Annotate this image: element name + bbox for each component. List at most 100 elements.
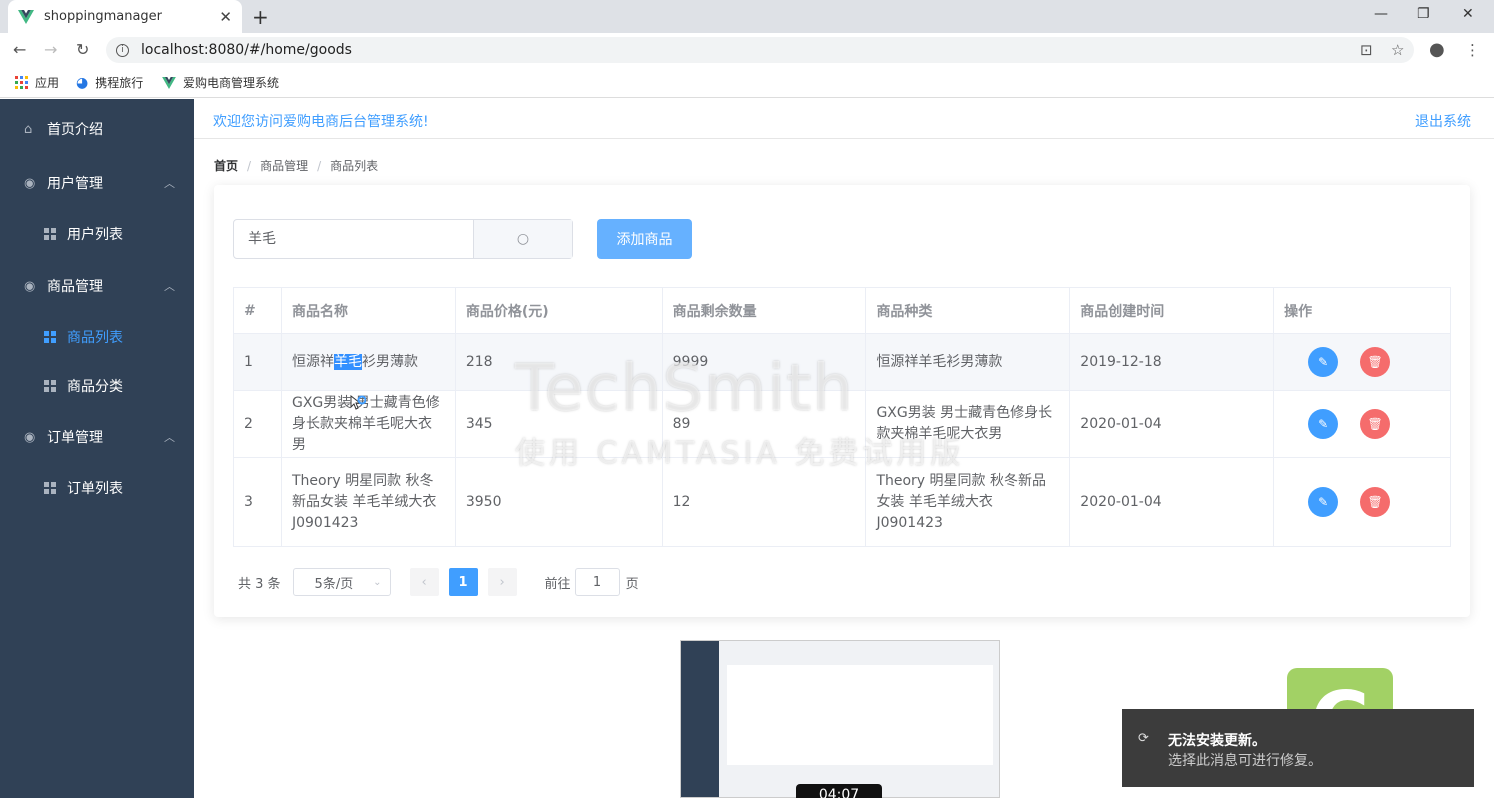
chevron-right-icon: › [499, 574, 505, 590]
delete-button[interactable]: 🗑 [1360, 487, 1391, 517]
home-icon: ⌂ [24, 121, 33, 137]
update-failed-toast[interactable]: ⟳ 无法安装更新。 选择此消息可进行修复。 [1122, 709, 1474, 787]
back-icon[interactable]: ← [13, 40, 26, 59]
sidebar-item-home[interactable]: ⌂ 首页介绍 [0, 104, 194, 154]
search-icon: ○ [516, 231, 530, 247]
menu-grid-icon [44, 380, 56, 392]
new-tab-icon[interactable]: + [252, 5, 269, 29]
reload-icon[interactable]: ↻ [76, 40, 89, 59]
location-icon: ◉ [24, 175, 36, 191]
sidebar-item-user-list[interactable]: 用户列表 [0, 209, 194, 259]
restore-icon[interactable]: ❐ [1417, 6, 1430, 22]
table-row: 3 Theory 明星同款 秋冬新品女装 羊毛羊绒大衣 J0901423 395… [233, 457, 1451, 547]
sidebar-item-user-management[interactable]: ◉ 用户管理 ︿ [0, 158, 194, 208]
bookmark-star-icon[interactable]: ☆ [1391, 41, 1404, 59]
search-box: 羊毛 ○ [233, 219, 573, 259]
translate-icon[interactable]: ⊡ [1360, 41, 1373, 59]
column-header: 商品剩余数量 [661, 287, 867, 334]
sidebar-item-label: 商品管理 [47, 279, 103, 295]
refresh-icon: ⟳ [1138, 731, 1149, 746]
ctrip-icon: ◕ [76, 74, 89, 91]
column-header: 商品名称 [280, 287, 456, 334]
browser-tabbar: shoppingmanager ✕ + — ❐ ✕ [0, 0, 1494, 33]
location-icon: ◉ [24, 429, 36, 445]
thumbnail-content [727, 665, 993, 765]
page-size-select[interactable]: 5条/页 ⌄ [292, 568, 391, 596]
sidebar-item-goods-category[interactable]: 商品分类 [0, 361, 194, 411]
delete-button[interactable]: 🗑 [1360, 347, 1391, 377]
vue-logo-icon [162, 76, 176, 89]
column-header: 商品价格(元) [454, 287, 663, 334]
cell-price: 218 [454, 333, 663, 391]
menu-grid-icon [44, 228, 56, 240]
minimize-icon[interactable]: — [1374, 6, 1388, 22]
name-text: 衫男薄款 [361, 353, 418, 370]
breadcrumb-separator: / [317, 159, 322, 173]
top-header: 欢迎您访问爱购电商后台管理系统! 退出系统 [194, 99, 1494, 139]
sidebar-item-goods-list[interactable]: 商品列表 [0, 312, 194, 362]
page-size-value: 5条/页 [314, 576, 354, 592]
column-header: 商品创建时间 [1069, 287, 1275, 334]
profile-icon[interactable]: ● [1429, 39, 1445, 60]
info-icon[interactable]: i [116, 43, 129, 57]
sidebar-item-label: 首页介绍 [47, 122, 103, 138]
sidebar-item-goods-management[interactable]: ◉ 商品管理 ︿ [0, 261, 194, 311]
name-text: 恒源祥 [291, 353, 334, 370]
forward-icon[interactable]: → [44, 40, 57, 59]
goods-card: 羊毛 ○ 添加商品 # 商品名称 商品价格(元) 商品剩余数量 商品种类 商品创… [214, 185, 1470, 617]
cell-category: Theory 明星同款 秋冬新品女装 羊毛羊绒大衣 J0901423 [865, 457, 1071, 547]
toast-title: 无法安装更新。 [1168, 733, 1266, 749]
cell-category: GXG男装 男士藏青色修身长款夹棉羊毛呢大衣男 [865, 390, 1071, 458]
menu-grid-icon [44, 482, 56, 494]
prev-page-button[interactable]: ‹ [409, 568, 439, 596]
sidebar-item-order-list[interactable]: 订单列表 [0, 463, 194, 513]
url-field[interactable]: i localhost:8080/#/home/goods [106, 37, 1414, 63]
sidebar: ⌂ 首页介绍 ◉ 用户管理 ︿ 用户列表 ◉ 商品管理 ︿ 商品列表 商品分类 … [0, 99, 194, 798]
thumbnail-time: 04:07 [796, 784, 882, 798]
goods-table: # 商品名称 商品价格(元) 商品剩余数量 商品种类 商品创建时间 操作 1 恒… [233, 287, 1451, 547]
add-goods-button[interactable]: 添加商品 [597, 219, 692, 259]
cell-stock: 89 [661, 390, 867, 458]
tab-close-icon[interactable]: ✕ [219, 8, 232, 26]
apps-icon [15, 76, 28, 89]
cell-index: 2 [233, 390, 282, 458]
edit-button[interactable]: ✎ [1308, 347, 1339, 377]
page-number-button[interactable]: 1 [448, 568, 478, 596]
bookmark-label: 携程旅行 [95, 76, 144, 90]
page-suffix: 页 [625, 576, 639, 592]
location-icon: ◉ [24, 278, 36, 294]
search-button[interactable]: ○ [473, 220, 572, 258]
tab-title: shoppingmanager [44, 9, 163, 24]
chevron-down-icon: ⌄ [373, 576, 382, 588]
more-menu-icon[interactable]: ⋮ [1465, 41, 1480, 59]
browser-tab[interactable]: shoppingmanager ✕ [8, 0, 242, 33]
pagination: 共 3 条 5条/页 ⌄ ‹ 1 › 前往 1 页 [238, 568, 639, 596]
cell-price: 3950 [454, 457, 663, 547]
sidebar-item-order-management[interactable]: ◉ 订单管理 ︿ [0, 412, 194, 462]
bookmark-aigou[interactable]: 爱购电商管理系统 [162, 74, 279, 91]
edit-button[interactable]: ✎ [1308, 487, 1339, 517]
menu-grid-icon [44, 331, 56, 343]
bookmark-ctrip[interactable]: ◕ 携程旅行 [76, 74, 143, 91]
vue-logo-icon [18, 9, 34, 24]
cell-name: GXG男装 男士藏青色修身长款夹棉羊毛呢大衣男 [280, 390, 456, 458]
next-page-button[interactable]: › [487, 568, 517, 596]
cell-created: 2020-01-04 [1069, 457, 1275, 547]
breadcrumb-separator: / [247, 159, 252, 173]
sidebar-item-label: 商品列表 [67, 330, 123, 346]
search-input[interactable]: 羊毛 [234, 220, 473, 258]
column-header: # [233, 287, 282, 334]
table-row: 2 GXG男装 男士藏青色修身长款夹棉羊毛呢大衣男 345 89 GXG男装 男… [233, 390, 1451, 458]
logout-link[interactable]: 退出系统 [1415, 111, 1471, 131]
bookmark-label: 应用 [35, 76, 60, 90]
bookmark-apps[interactable]: 应用 [15, 74, 59, 91]
goto-page-input[interactable]: 1 [574, 568, 620, 596]
sidebar-item-label: 用户管理 [47, 176, 103, 192]
window-close-icon[interactable]: ✕ [1462, 6, 1474, 22]
breadcrumb-home[interactable]: 首页 [214, 159, 238, 173]
delete-button[interactable]: 🗑 [1360, 409, 1391, 439]
name-highlight: 羊毛 [333, 353, 362, 370]
cell-name: 恒源祥羊毛衫男薄款 [280, 333, 456, 391]
edit-button[interactable]: ✎ [1308, 409, 1339, 439]
chevron-up-icon: ︿ [164, 177, 175, 190]
